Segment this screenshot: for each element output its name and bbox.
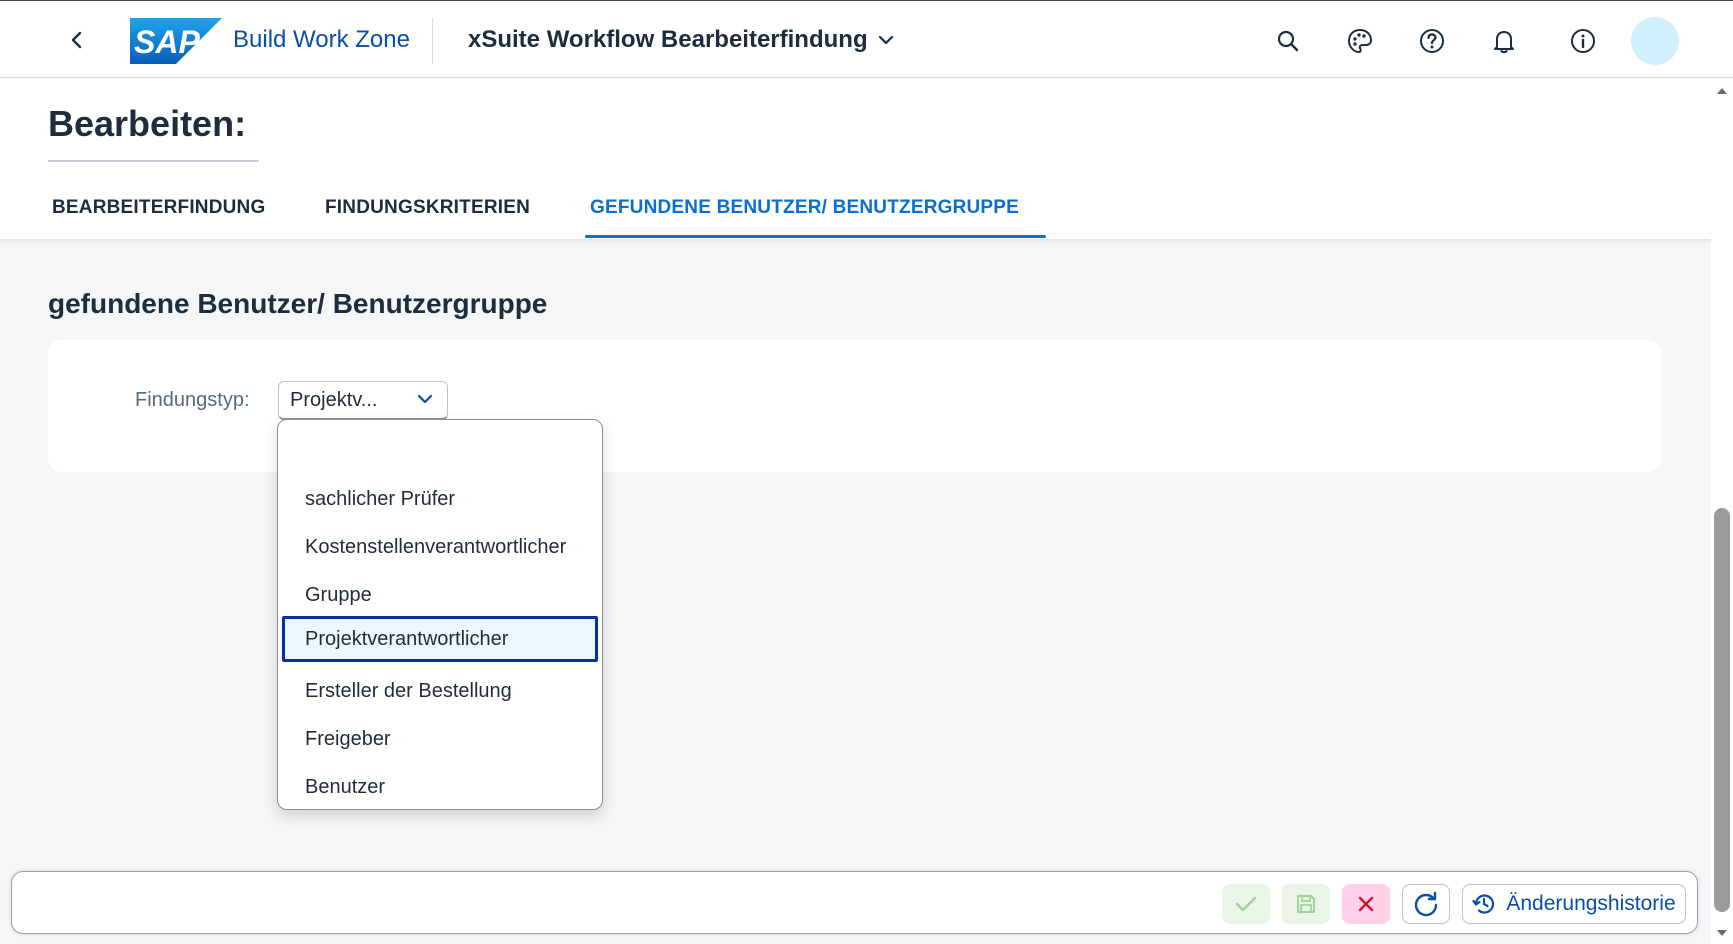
history-button[interactable]: Änderungshistorie bbox=[1462, 884, 1686, 924]
object-page-header: Bearbeiten: BEARBEITERFINDUNG FINDUNGSKR… bbox=[0, 79, 1711, 239]
sap-logo[interactable]: SAP bbox=[130, 18, 222, 64]
product-name[interactable]: Build Work Zone bbox=[233, 26, 410, 54]
tab-gefundene-benutzer[interactable]: GEFUNDENE BENUTZER/ BENUTZERGRUPPE bbox=[590, 197, 1019, 219]
tab-bearbeiterfindung[interactable]: BEARBEITERFINDUNG bbox=[52, 197, 265, 219]
shell-separator bbox=[432, 18, 433, 64]
footer-toolbar: Änderungshistorie bbox=[11, 871, 1698, 934]
palette-icon bbox=[1347, 28, 1373, 54]
section-title: gefundene Benutzer/ Benutzergruppe bbox=[48, 288, 548, 319]
option-projektverantwortlicher[interactable]: Projektverantwortlicher bbox=[282, 616, 598, 662]
help-icon bbox=[1420, 29, 1444, 53]
avatar[interactable] bbox=[1631, 17, 1679, 65]
option-freigeber[interactable]: Freigeber bbox=[282, 716, 598, 762]
checkmark-icon bbox=[1235, 896, 1257, 912]
bell-icon bbox=[1494, 31, 1514, 54]
select-value: Projektv... bbox=[290, 388, 378, 411]
app-title: xSuite Workflow Bearbeiterfindung bbox=[468, 26, 868, 53]
page-title: Bearbeiten: bbox=[48, 103, 247, 144]
info-icon bbox=[1571, 29, 1595, 53]
search-icon bbox=[1277, 30, 1299, 52]
active-tab-indicator bbox=[585, 235, 1046, 238]
scroll-down-arrow[interactable] bbox=[1714, 926, 1730, 940]
back-button[interactable] bbox=[62, 25, 92, 55]
findungstyp-label: Findungstyp: bbox=[135, 389, 250, 411]
option-ersteller-der-bestellung[interactable]: Ersteller der Bestellung bbox=[282, 668, 598, 714]
theme-button[interactable] bbox=[1344, 25, 1376, 57]
app-title-menu[interactable]: xSuite Workflow Bearbeiterfindung bbox=[468, 26, 894, 54]
shell-bar: SAP Build Work Zone xSuite Workflow Bear… bbox=[0, 0, 1733, 78]
findungstyp-select[interactable]: Projektv... bbox=[278, 381, 448, 420]
option-sachlicher-pruefer[interactable]: sachlicher Prüfer bbox=[282, 476, 598, 522]
accept-button[interactable] bbox=[1222, 884, 1270, 924]
option-benutzer[interactable]: Benutzer bbox=[282, 764, 598, 810]
back-icon bbox=[71, 31, 82, 49]
history-label: Änderungshistorie bbox=[1506, 892, 1676, 915]
save-icon bbox=[1297, 895, 1315, 913]
chevron-down-icon bbox=[417, 394, 433, 404]
scroll-thumb[interactable] bbox=[1714, 508, 1730, 912]
option-kostenstellenverantwortlicher[interactable]: Kostenstellenverantwortlicher bbox=[282, 524, 598, 570]
save-button[interactable] bbox=[1282, 884, 1330, 924]
history-icon bbox=[1472, 894, 1495, 914]
help-button[interactable] bbox=[1416, 25, 1448, 57]
chevron-down-icon bbox=[878, 35, 893, 45]
refresh-button[interactable] bbox=[1402, 884, 1450, 924]
close-icon bbox=[1358, 896, 1374, 912]
search-button[interactable] bbox=[1272, 25, 1304, 57]
notifications-button[interactable] bbox=[1488, 25, 1520, 57]
svg-text:SAP: SAP bbox=[134, 24, 200, 60]
findungstyp-dropdown: sachlicher Prüfer Kostenstellenverantwor… bbox=[277, 419, 603, 810]
refresh-icon bbox=[1414, 891, 1438, 917]
tab-findungskriterien[interactable]: FINDUNGSKRITERIEN bbox=[325, 197, 530, 219]
option-gruppe[interactable]: Gruppe bbox=[282, 572, 598, 618]
title-divider bbox=[48, 160, 259, 162]
cancel-button[interactable] bbox=[1342, 884, 1390, 924]
option-empty[interactable] bbox=[282, 428, 598, 474]
scroll-up-arrow[interactable] bbox=[1714, 84, 1730, 98]
info-button[interactable] bbox=[1567, 25, 1599, 57]
